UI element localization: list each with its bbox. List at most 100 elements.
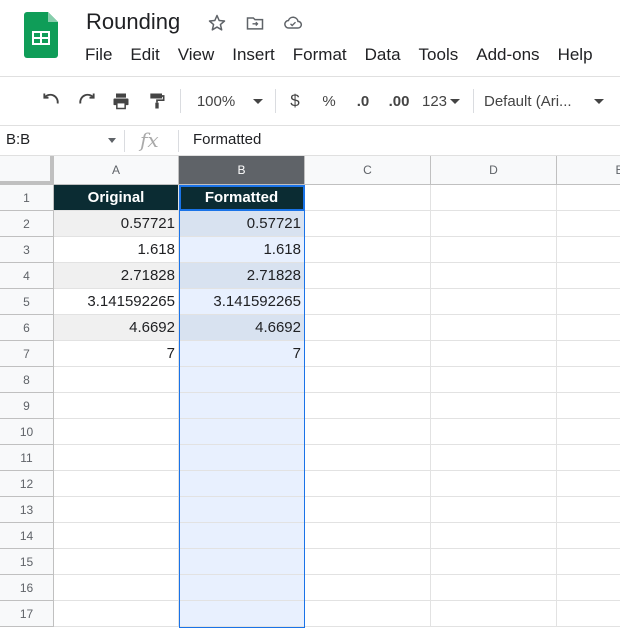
cell-d10[interactable]: [431, 419, 557, 445]
formula-input[interactable]: Formatted: [193, 131, 261, 148]
row-header[interactable]: 17: [0, 601, 54, 627]
select-all-corner[interactable]: [0, 156, 54, 185]
more-formats-button[interactable]: 123: [419, 77, 463, 125]
cell-d9[interactable]: [431, 393, 557, 419]
menu-insert[interactable]: Insert: [223, 43, 284, 69]
cell-c16[interactable]: [305, 575, 431, 601]
cell-c15[interactable]: [305, 549, 431, 575]
cell-e6[interactable]: [557, 315, 620, 341]
decrease-decimal-button[interactable]: .0: [350, 77, 376, 125]
cell-d4[interactable]: [431, 263, 557, 289]
menu-view[interactable]: View: [169, 43, 224, 69]
cell-e7[interactable]: [557, 341, 620, 367]
cell-d5[interactable]: [431, 289, 557, 315]
row-header[interactable]: 8: [0, 367, 54, 393]
row-header[interactable]: 6: [0, 315, 54, 341]
row-header[interactable]: 10: [0, 419, 54, 445]
cell-d15[interactable]: [431, 549, 557, 575]
currency-format-button[interactable]: $: [284, 77, 306, 125]
cell-b17[interactable]: [179, 601, 305, 627]
cell-a3[interactable]: 1.618: [54, 237, 179, 263]
menu-format[interactable]: Format: [284, 43, 356, 69]
cell-b3[interactable]: 1.618: [179, 237, 305, 263]
cell-a14[interactable]: [54, 523, 179, 549]
cell-e3[interactable]: [557, 237, 620, 263]
paint-format-icon[interactable]: [144, 77, 170, 125]
cell-d8[interactable]: [431, 367, 557, 393]
document-title[interactable]: Rounding: [86, 9, 180, 35]
font-select[interactable]: Default (Ari...: [484, 77, 610, 125]
row-header[interactable]: 7: [0, 341, 54, 367]
row-header[interactable]: 2: [0, 211, 54, 237]
cell-b11[interactable]: [179, 445, 305, 471]
cell-b4[interactable]: 2.71828: [179, 263, 305, 289]
menu-addons[interactable]: Add-ons: [467, 43, 548, 69]
column-header-a[interactable]: A: [54, 156, 179, 185]
cell-e4[interactable]: [557, 263, 620, 289]
cell-c10[interactable]: [305, 419, 431, 445]
cell-c4[interactable]: [305, 263, 431, 289]
cell-a12[interactable]: [54, 471, 179, 497]
cell-a10[interactable]: [54, 419, 179, 445]
cell-e8[interactable]: [557, 367, 620, 393]
cell-a15[interactable]: [54, 549, 179, 575]
cell-d13[interactable]: [431, 497, 557, 523]
cell-b9[interactable]: [179, 393, 305, 419]
cell-e16[interactable]: [557, 575, 620, 601]
cell-a7[interactable]: 7: [54, 341, 179, 367]
row-header[interactable]: 3: [0, 237, 54, 263]
row-header[interactable]: 13: [0, 497, 54, 523]
cell-a11[interactable]: [54, 445, 179, 471]
row-header[interactable]: 11: [0, 445, 54, 471]
row-header[interactable]: 1: [0, 185, 54, 211]
cell-b6[interactable]: 4.6692: [179, 315, 305, 341]
cell-e11[interactable]: [557, 445, 620, 471]
row-header[interactable]: 15: [0, 549, 54, 575]
increase-decimal-button[interactable]: .00: [383, 77, 415, 125]
menu-file[interactable]: File: [76, 43, 121, 69]
cell-d1[interactable]: [431, 185, 557, 211]
star-icon[interactable]: [205, 11, 229, 35]
cell-e15[interactable]: [557, 549, 620, 575]
cell-e5[interactable]: [557, 289, 620, 315]
row-header[interactable]: 12: [0, 471, 54, 497]
menu-help[interactable]: Help: [549, 43, 602, 69]
cell-a9[interactable]: [54, 393, 179, 419]
cell-c11[interactable]: [305, 445, 431, 471]
cell-b16[interactable]: [179, 575, 305, 601]
cell-a5[interactable]: 3.141592265: [54, 289, 179, 315]
cell-e2[interactable]: [557, 211, 620, 237]
cell-c14[interactable]: [305, 523, 431, 549]
cell-a17[interactable]: [54, 601, 179, 627]
cell-d2[interactable]: [431, 211, 557, 237]
cell-a13[interactable]: [54, 497, 179, 523]
cell-b8[interactable]: [179, 367, 305, 393]
cell-c1[interactable]: [305, 185, 431, 211]
cell-e12[interactable]: [557, 471, 620, 497]
cell-a16[interactable]: [54, 575, 179, 601]
row-header[interactable]: 14: [0, 523, 54, 549]
cell-c13[interactable]: [305, 497, 431, 523]
print-icon[interactable]: [108, 77, 134, 125]
cell-c8[interactable]: [305, 367, 431, 393]
cell-c2[interactable]: [305, 211, 431, 237]
cell-a1[interactable]: Original: [54, 185, 179, 211]
menu-edit[interactable]: Edit: [121, 43, 168, 69]
cell-d14[interactable]: [431, 523, 557, 549]
cell-d12[interactable]: [431, 471, 557, 497]
cell-e1[interactable]: [557, 185, 620, 211]
undo-icon[interactable]: [38, 77, 64, 125]
cell-e13[interactable]: [557, 497, 620, 523]
cell-b14[interactable]: [179, 523, 305, 549]
row-header[interactable]: 9: [0, 393, 54, 419]
cell-d6[interactable]: [431, 315, 557, 341]
cell-b1[interactable]: Formatted: [179, 185, 305, 211]
column-header-c[interactable]: C: [305, 156, 431, 185]
move-to-folder-icon[interactable]: [243, 11, 267, 35]
sheets-logo-icon[interactable]: [24, 12, 58, 58]
redo-icon[interactable]: [74, 77, 100, 125]
cell-c3[interactable]: [305, 237, 431, 263]
cell-b12[interactable]: [179, 471, 305, 497]
menu-data[interactable]: Data: [356, 43, 410, 69]
cell-e9[interactable]: [557, 393, 620, 419]
